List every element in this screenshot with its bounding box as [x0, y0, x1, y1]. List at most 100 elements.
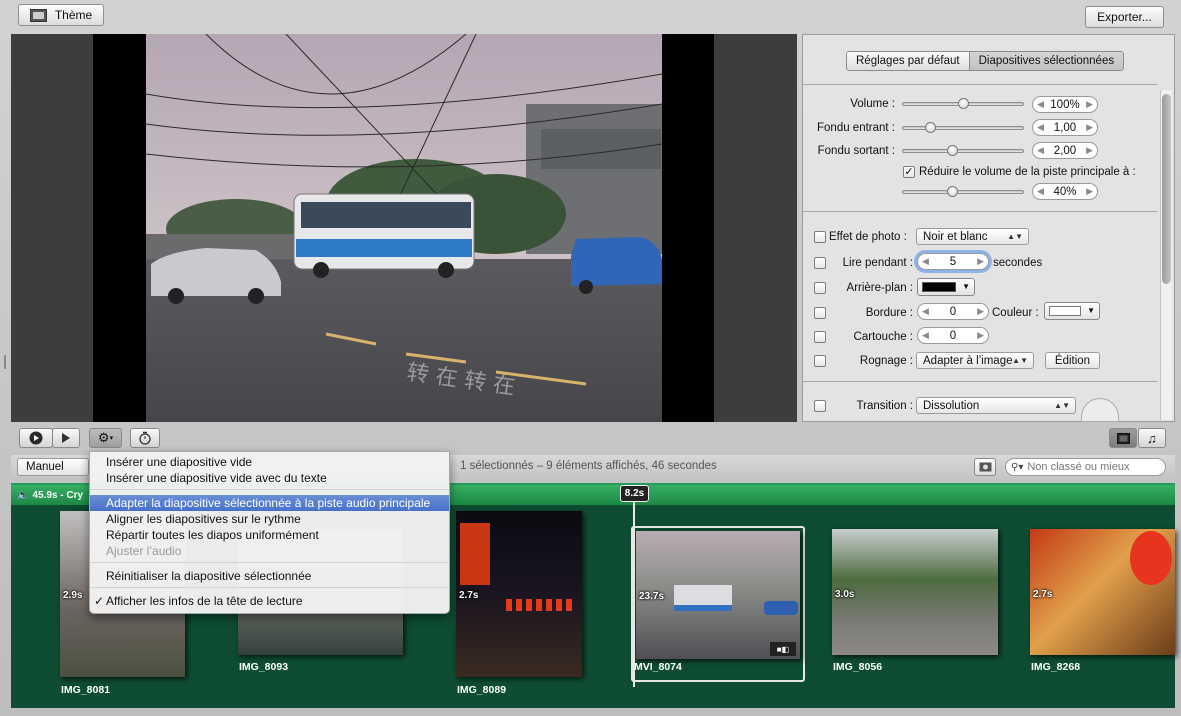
export-label: Exporter... [1097, 10, 1152, 24]
slideshow-editor-window: Thème Exporter... 转 在 转 在 Réglages par d… [0, 0, 1181, 716]
duck-stepper[interactable]: ◀ 40% ▶ [1032, 183, 1098, 200]
gear-icon: ⚙ [97, 430, 110, 445]
mat-label: Cartouche : [853, 331, 913, 343]
menu-item-reset-slide[interactable]: Réinitialiser la diapositive sélectionné… [90, 568, 449, 584]
menu-item-show-playhead-info[interactable]: ✓ Afficher les infos de la tête de lectu… [90, 593, 449, 609]
fade-out-slider[interactable] [902, 145, 1024, 156]
fade-out-stepper[interactable]: ◀ 2,00 ▶ [1032, 142, 1098, 159]
crop-popup[interactable]: Adapter à l’image ▲▼ [916, 352, 1034, 369]
fade-out-value: 2,00 [1053, 144, 1077, 157]
transition-label: Transition : [856, 400, 913, 412]
tab-selected-slides[interactable]: Diapositives sélectionnées [968, 52, 1124, 70]
clip-duration: 2.7s [1033, 589, 1053, 600]
play-for-unit: secondes [993, 257, 1043, 269]
video-badge-icon: ■◧ [770, 642, 796, 656]
clip-thumbnail[interactable]: 23.7s ■◧ [636, 531, 800, 659]
video-view-button[interactable] [1109, 428, 1137, 448]
export-button[interactable]: Exporter... [1085, 6, 1164, 28]
volume-slider[interactable] [902, 98, 1024, 109]
fade-out-slider-knob[interactable] [947, 145, 958, 156]
clip-name: IMG_8056 [833, 661, 883, 673]
duck-checkbox[interactable]: ✓ [903, 166, 915, 178]
fade-in-value: 1,00 [1053, 121, 1077, 134]
crop-edit-button[interactable]: Édition [1045, 352, 1100, 369]
current-slide-photo: 转 在 转 在 [146, 34, 662, 422]
transition-popup[interactable]: Dissolution ▲▼ [916, 397, 1076, 414]
photo-frame: 转 在 转 在 [93, 34, 714, 422]
theme-button[interactable]: Thème [18, 4, 104, 26]
clip-thumbnail[interactable]: 3.0s [832, 529, 998, 655]
clip-thumbnail[interactable]: 2.7s [456, 511, 582, 677]
clip-name: IMG_8268 [1031, 661, 1081, 673]
volume-label: Volume : [850, 98, 895, 110]
duck-slider[interactable] [902, 186, 1024, 197]
fade-out-label: Fondu sortant : [817, 145, 895, 157]
filter-icon: ⚲▾ [1011, 461, 1024, 473]
inspector-panel: Réglages par défaut Diapositives sélecti… [802, 34, 1175, 422]
play-button[interactable] [52, 428, 80, 448]
clip-duration: 2.7s [459, 590, 479, 601]
theme-label: Thème [54, 8, 93, 22]
volume-value: 100% [1050, 98, 1080, 111]
border-checkbox[interactable] [814, 307, 826, 319]
split-view-grip[interactable] [4, 355, 6, 369]
show-photos-button[interactable] [974, 458, 996, 476]
background-swatch [922, 282, 956, 292]
play-fullscreen-button[interactable] [19, 428, 53, 448]
transition-checkbox[interactable] [814, 400, 826, 412]
duck-slider-knob[interactable] [947, 186, 958, 197]
volume-slider-knob[interactable] [958, 98, 969, 109]
tab-default-settings[interactable]: Réglages par défaut [847, 52, 969, 70]
play-for-stepper[interactable]: ◀ 5 ▶ [917, 253, 989, 270]
slide-preview: 转 在 转 在 [11, 34, 797, 422]
photo-effect-checkbox[interactable] [814, 231, 826, 243]
play-small-icon [62, 433, 70, 443]
menu-item-fit-to-audio[interactable]: Adapter la diapositive sélectionnée à la… [90, 495, 449, 511]
action-menu-button[interactable]: ⚙ ▾ [89, 428, 122, 448]
sort-value: Manuel [26, 461, 64, 473]
crop-value: Adapter à l’image [923, 354, 1013, 367]
clip-name: MVI_8074 [634, 661, 682, 673]
timer-button[interactable] [130, 428, 160, 448]
photo-effect-popup[interactable]: Noir et blanc ▲▼ [916, 228, 1029, 245]
clip-thumbnail[interactable]: 2.7s [1030, 529, 1175, 655]
transition-direction-control[interactable] [1081, 398, 1119, 422]
transition-value: Dissolution [923, 399, 980, 412]
clip-duration: 23.7s [639, 591, 665, 602]
play-for-checkbox[interactable] [814, 257, 826, 269]
play-for-value: 5 [949, 255, 957, 268]
border-swatch [1049, 306, 1081, 316]
menu-item-insert-blank[interactable]: Insérer une diapositive vide [90, 454, 449, 470]
mat-stepper[interactable]: ◀ 0 ▶ [917, 327, 989, 344]
border-stepper[interactable]: ◀ 0 ▶ [917, 303, 989, 320]
crop-checkbox[interactable] [814, 355, 826, 367]
menu-item-distribute-evenly[interactable]: Répartir toutes les diapos uniformément [90, 527, 449, 543]
volume-stepper[interactable]: ◀ 100% ▶ [1032, 96, 1098, 113]
menu-item-align-to-beat[interactable]: Aligner les diapositives sur le rythme [90, 511, 449, 527]
fade-in-label: Fondu entrant : [817, 122, 895, 134]
inspector-scrollbar-thumb[interactable] [1162, 94, 1171, 284]
border-color-well[interactable]: ▼ [1044, 302, 1100, 320]
music-button[interactable]: ♫ [1138, 428, 1166, 448]
fade-in-stepper[interactable]: ◀ 1,00 ▶ [1032, 119, 1098, 136]
clip-name: IMG_8089 [457, 684, 507, 696]
crop-edit-label: Édition [1054, 354, 1091, 367]
selection-summary: 1 sélectionnés – 9 éléments affichés, 46… [460, 460, 717, 472]
checkmark-icon: ✓ [94, 594, 105, 608]
music-icon: ♫ [1147, 430, 1157, 446]
rating-filter-field[interactable]: ⚲▾ Non classé ou mieux [1005, 458, 1166, 476]
fade-in-slider[interactable] [902, 122, 1024, 133]
video-icon [1116, 432, 1130, 444]
background-color-well[interactable]: ▼ [917, 278, 975, 296]
action-menu: Insérer une diapositive vide Insérer une… [89, 451, 450, 614]
menu-item-insert-blank-text[interactable]: Insérer une diapositive vide avec du tex… [90, 470, 449, 486]
inspector-scrollbar[interactable] [1160, 90, 1172, 420]
background-checkbox[interactable] [814, 282, 826, 294]
mat-checkbox[interactable] [814, 331, 826, 343]
fade-in-slider-knob[interactable] [925, 122, 936, 133]
inspector-tab-switch: Réglages par défaut Diapositives sélecti… [846, 51, 1125, 71]
sort-popup[interactable]: Manuel [17, 458, 89, 476]
timer-icon [139, 431, 151, 445]
playhead[interactable] [633, 502, 635, 687]
play-icon [29, 431, 43, 445]
